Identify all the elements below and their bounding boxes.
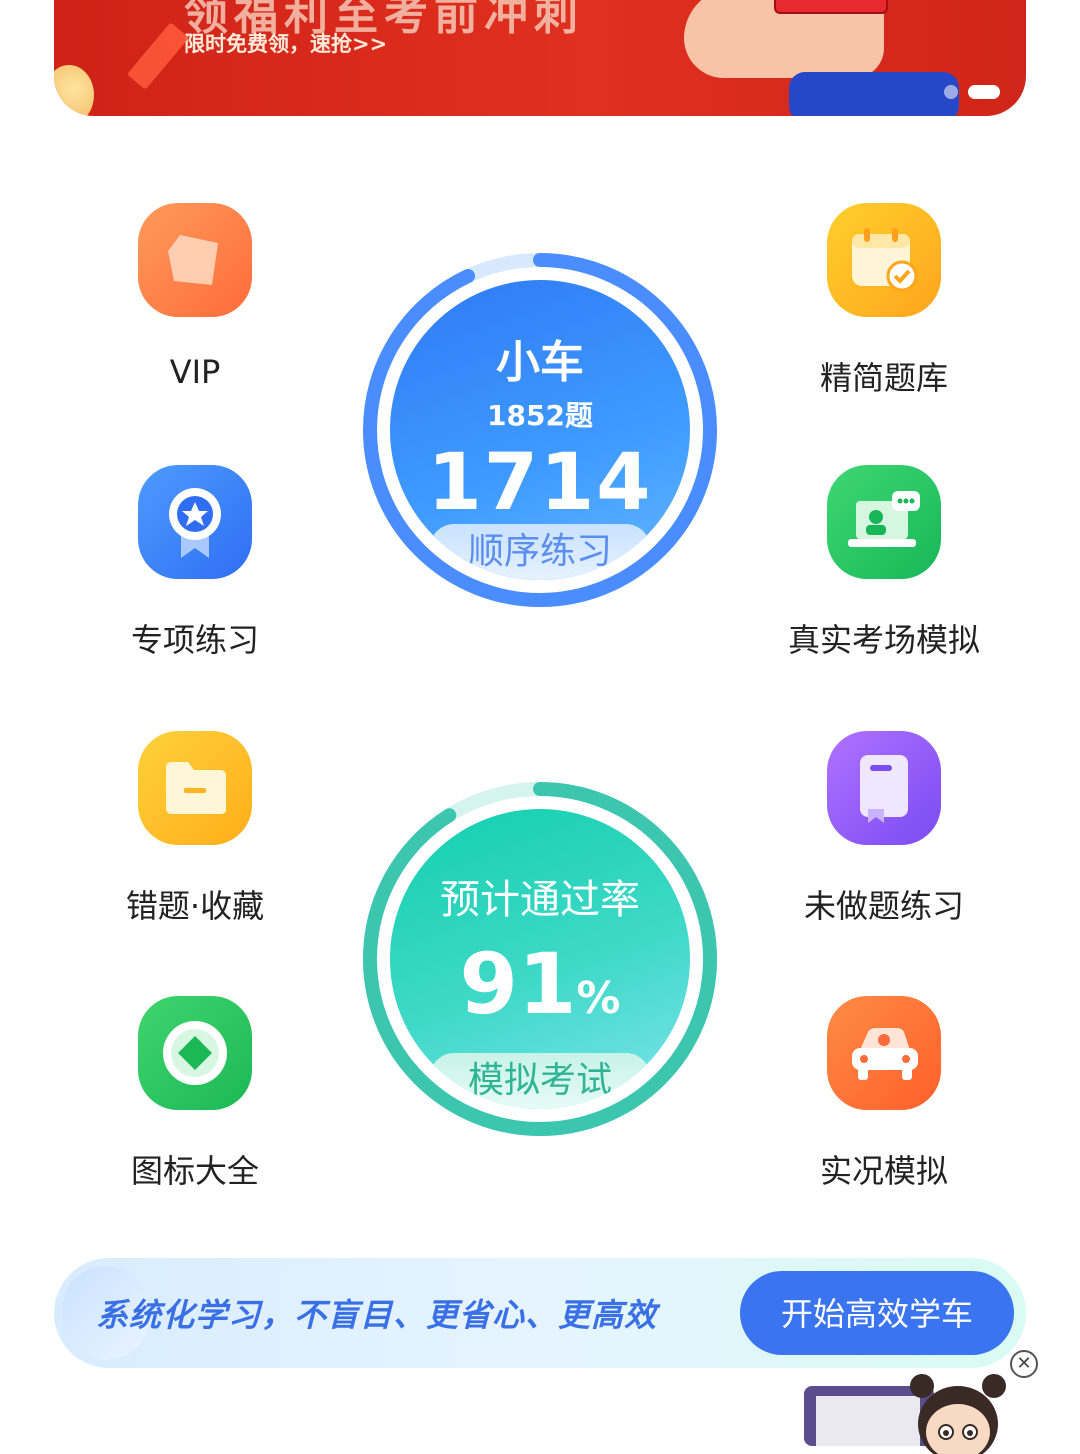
vip-label: VIP (169, 353, 221, 391)
undone-practice-entry[interactable]: 未做题练习 (774, 731, 994, 927)
learning-promo-bar[interactable]: 系统化学习，不盲目、更省心、更高效 开始高效学车 (54, 1258, 1026, 1368)
real-exam-sim-entry[interactable]: 真实考场模拟 (774, 465, 994, 661)
sequential-practice-button[interactable]: 顺序练习 (430, 524, 650, 580)
start-learning-button[interactable]: 开始高效学车 (740, 1271, 1014, 1355)
red-packet-icon (774, 0, 888, 14)
mock-exam-disc: 预计通过率 91% 模拟考试 (386, 805, 694, 1113)
medal-icon (138, 465, 252, 579)
pass-rate-value: 91% (390, 935, 690, 1033)
mock-exam-button[interactable]: 模拟考试 (430, 1053, 650, 1109)
wrong-questions-label: 错题·收藏 (125, 887, 265, 925)
car-icon (827, 996, 941, 1110)
calendar-check-icon (827, 203, 941, 317)
banner-pagination (944, 85, 1000, 99)
red-envelope-icon (126, 22, 190, 90)
folder-icon (138, 731, 252, 845)
mascot-icon[interactable] (908, 1374, 1008, 1454)
question-total: 1852题 (487, 399, 593, 432)
pass-rate-number: 91 (459, 935, 577, 1033)
live-sim-label: 实况模拟 (819, 1152, 948, 1190)
vehicle-type: 小车 (496, 337, 584, 388)
concise-bank-label: 精简题库 (819, 359, 948, 397)
pagination-dot-active[interactable] (968, 85, 1000, 99)
vip-gem-icon (138, 203, 252, 317)
live-sim-entry[interactable]: 实况模拟 (774, 996, 994, 1192)
coin-icon (54, 65, 94, 116)
promo-banner[interactable]: 领福利至考前冲刺 限时免费领，速抢>> (54, 0, 1026, 116)
pass-rate-unit: % (576, 973, 621, 1024)
sleeve-illustration (789, 72, 959, 116)
vip-entry[interactable]: VIP (85, 203, 305, 391)
sequential-disc: 小车 1852题 1714 顺序练习 (386, 276, 694, 584)
notebook-icon (827, 731, 941, 845)
real-exam-sim-label: 真实考场模拟 (787, 621, 980, 659)
diamond-coin-icon (138, 996, 252, 1110)
sequential-practice-ring[interactable]: 小车 1852题 1714 顺序练习 (362, 252, 718, 608)
icon-library-label: 图标大全 (130, 1152, 259, 1190)
pass-rate-caption: 预计通过率 (440, 877, 640, 923)
special-practice-label: 专项练习 (130, 621, 259, 659)
wrong-questions-entry[interactable]: 错题·收藏 (85, 731, 305, 927)
special-practice-entry[interactable]: 专项练习 (85, 465, 305, 661)
undone-practice-label: 未做题练习 (803, 887, 964, 925)
close-icon[interactable]: ✕ (1010, 1350, 1038, 1378)
concise-bank-entry[interactable]: 精简题库 (774, 203, 994, 399)
practice-count: 1714 (427, 438, 653, 528)
icon-library-entry[interactable]: 图标大全 (85, 996, 305, 1192)
pagination-dot[interactable] (944, 85, 958, 99)
banner-subtitle: 限时免费领，速抢>> (184, 32, 388, 56)
laptop-exam-icon (827, 465, 941, 579)
mock-exam-ring[interactable]: 预计通过率 91% 模拟考试 (362, 781, 718, 1137)
promo-slogan: 系统化学习，不盲目、更省心、更高效 (96, 1296, 658, 1334)
